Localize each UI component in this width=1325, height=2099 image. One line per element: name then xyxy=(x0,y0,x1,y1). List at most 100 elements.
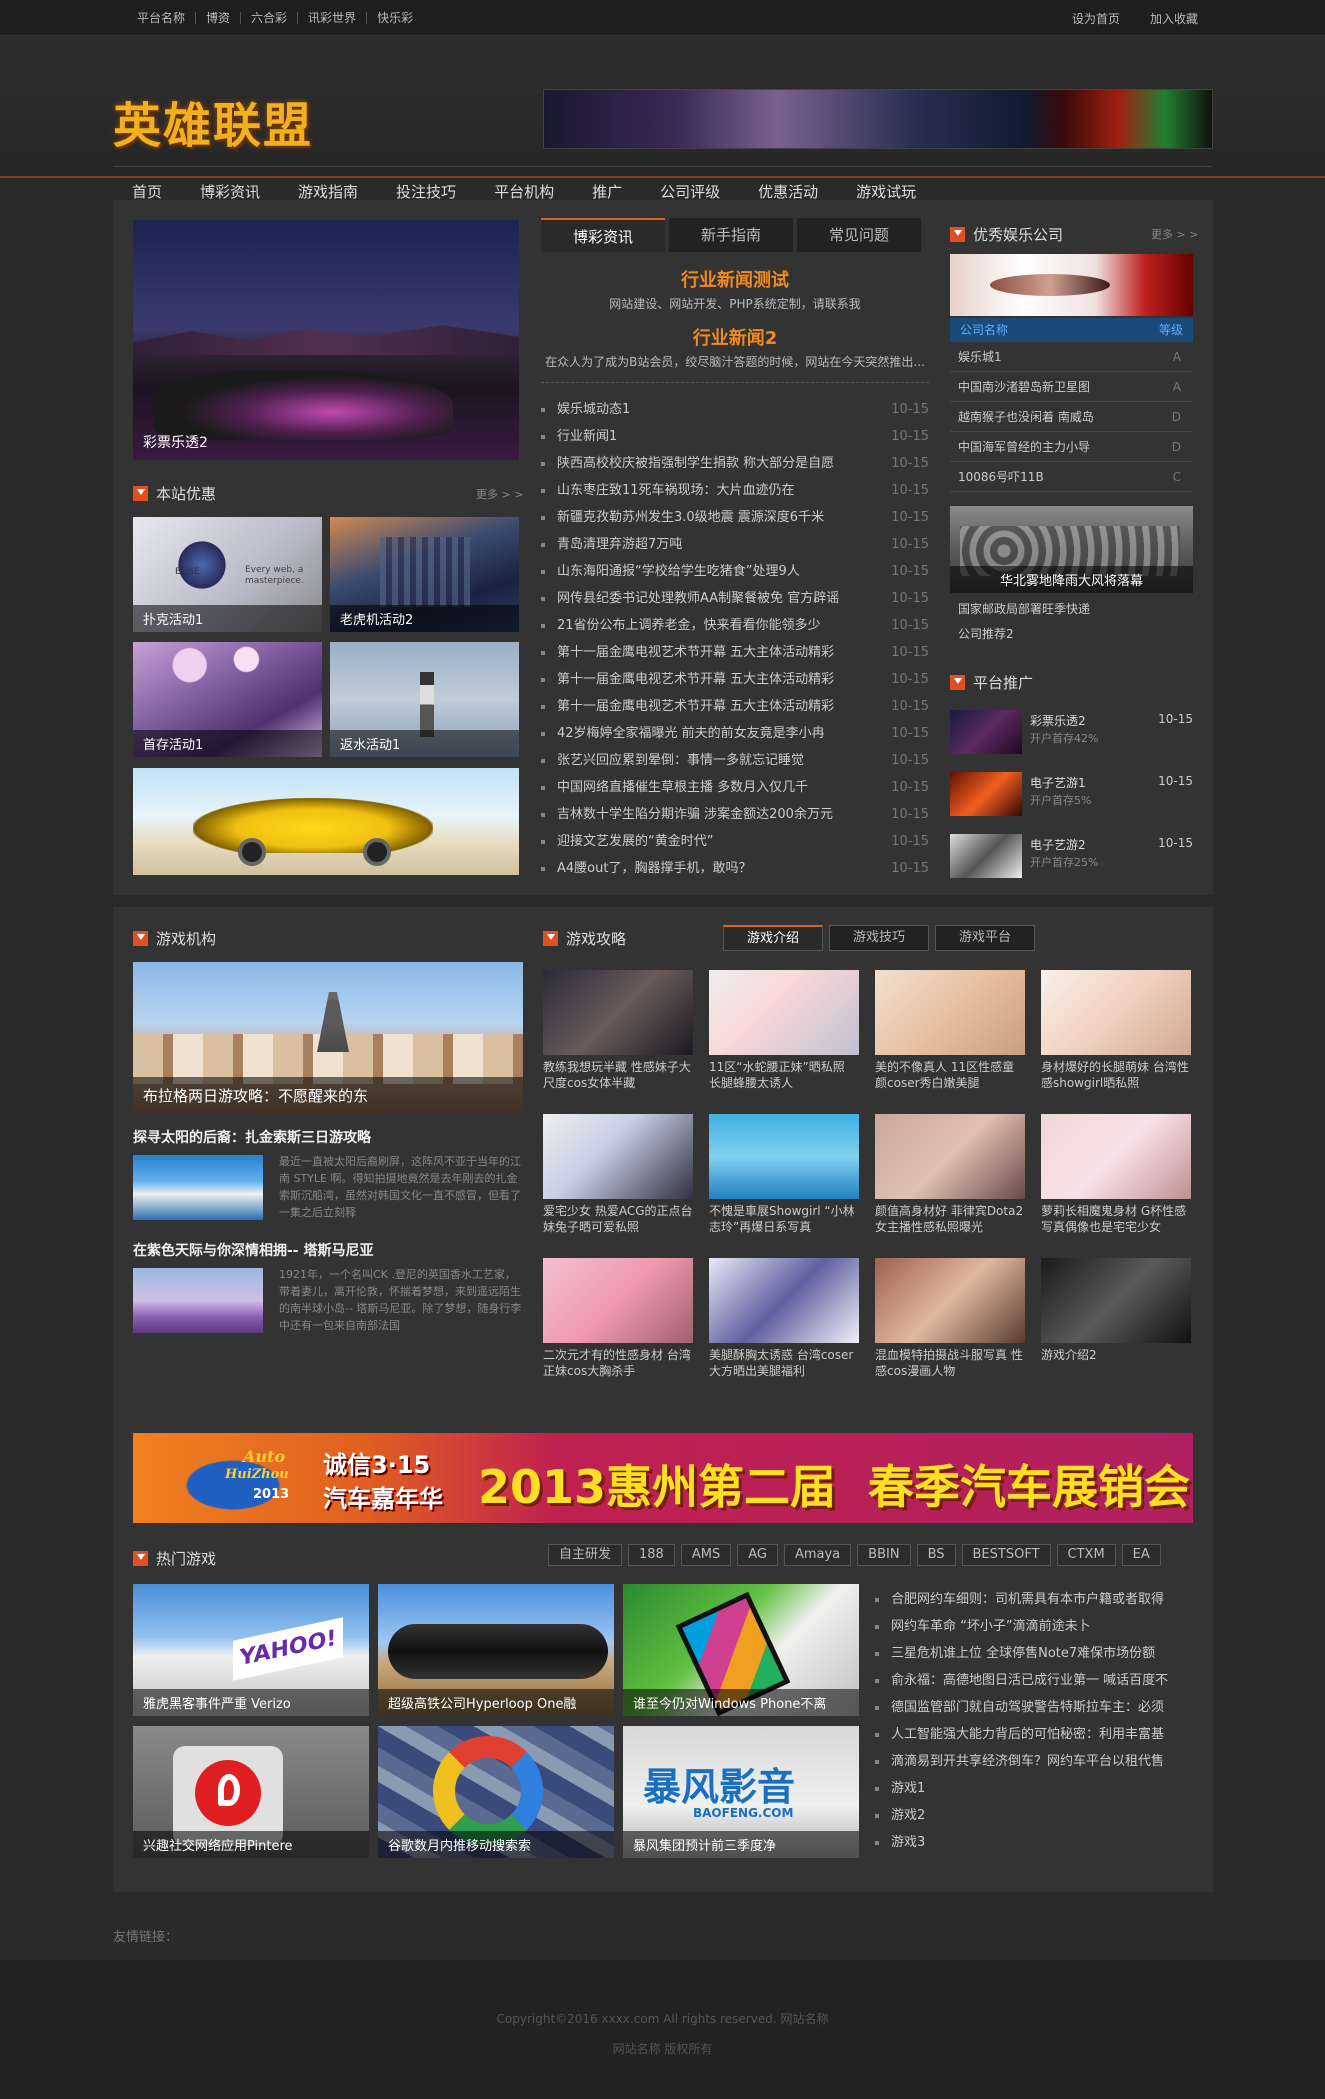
guide-item[interactable]: 不愧是車展Showgirl “小林志玲”再爆日系写真 xyxy=(709,1114,859,1235)
hot-thumb[interactable]: 兴趣社交网络应用Pintere xyxy=(133,1726,369,1858)
hot-thumb[interactable]: 谷歌数月内推移动搜索索 xyxy=(378,1726,614,1858)
guide-item[interactable]: 二次元才有的性感身材 台湾正妹cos大胸杀手 xyxy=(543,1258,693,1379)
hero-image[interactable]: 彩票乐透2 xyxy=(133,220,519,460)
guide-title[interactable]: 教练我想玩半藏 性感妹子大尺度cos女体半藏 xyxy=(543,1059,693,1091)
nav-item-home[interactable]: 首页 xyxy=(113,181,181,202)
tab-news[interactable]: 博彩资讯 xyxy=(541,218,665,252)
guide-thumb[interactable] xyxy=(709,1114,859,1199)
right-link[interactable]: 国家邮政局部署旺季快递 xyxy=(958,600,1090,617)
hot-tag[interactable]: AMS xyxy=(680,1544,732,1566)
corp-name[interactable]: 10086号吓11B xyxy=(958,462,1044,491)
hot-tag[interactable]: BESTSOFT xyxy=(961,1544,1051,1566)
car-banner[interactable] xyxy=(133,768,519,875)
hot-tag[interactable]: CTXM xyxy=(1056,1544,1116,1566)
guide-thumb[interactable] xyxy=(1041,1114,1191,1199)
news-title[interactable]: 行业新闻1 xyxy=(557,429,617,444)
guide-item[interactable]: 爱宅少女 热爱ACG的正点台妹兔子晒可爱私照 xyxy=(543,1114,693,1235)
org-article[interactable]: 探寻太阳的后裔：扎金索斯三日游攻略 最近一直被太阳后裔刷屏，这阵风不亚于当年的江… xyxy=(133,1127,523,1227)
guide-item[interactable]: 教练我想玩半藏 性感妹子大尺度cos女体半藏 xyxy=(543,970,693,1091)
hot-caption[interactable]: 雅虎黑客事件严重 Verizo xyxy=(133,1689,369,1716)
article-title[interactable]: 探寻太阳的后裔：扎金索斯三日游攻略 xyxy=(133,1127,523,1149)
promote-title[interactable]: 彩票乐透2 xyxy=(1030,712,1086,729)
top-link[interactable]: 快乐彩 xyxy=(367,12,423,24)
corp-name[interactable]: 中国南沙渚碧岛新卫星图 xyxy=(958,372,1090,401)
tab-game-platform[interactable]: 游戏平台 xyxy=(935,925,1035,951)
news-title[interactable]: 张艺兴回应累到晕倒：事情一多就忘记睡觉 xyxy=(557,753,804,768)
guide-item[interactable]: 游戏介绍2 xyxy=(1041,1258,1191,1379)
hot-tag[interactable]: Amaya xyxy=(783,1544,852,1566)
hot-caption[interactable]: 谁至今仍对Windows Phone不离 xyxy=(623,1689,859,1716)
promo-card[interactable]: ELISE Every web, a masterpiece. 扑克活动1 xyxy=(133,517,322,632)
guide-item[interactable]: 美腿酥胸太诱惑 台湾coser大方晒出美腿福利 xyxy=(709,1258,859,1379)
tab-game-intro[interactable]: 游戏介绍 xyxy=(723,925,823,951)
news-title[interactable]: 山东枣庄致11死车祸现场：大片血迹仍在 xyxy=(557,483,795,498)
promote-thumb[interactable] xyxy=(950,772,1022,816)
headline-1[interactable]: 行业新闻测试 xyxy=(541,266,929,292)
nav-item-offers[interactable]: 优惠活动 xyxy=(739,181,837,202)
guide-thumb[interactable] xyxy=(543,970,693,1055)
guide-thumb[interactable] xyxy=(875,1258,1025,1343)
hot-tag[interactable]: BBIN xyxy=(857,1544,911,1566)
guide-item[interactable]: 萝莉长相魔鬼身材 G杯性感写真偶像也是宅宅少女 xyxy=(1041,1114,1191,1235)
corp-row[interactable]: 中国海军曾经的主力小导 D xyxy=(950,432,1193,462)
news-title[interactable]: A4腰out了，胸器撑手机，敢吗？ xyxy=(557,861,751,876)
top-link[interactable]: 讯彩世界 xyxy=(298,12,368,24)
hot-news-item[interactable]: 合肥网约车细则：司机需具有本市户籍或者取得 xyxy=(875,1586,1195,1613)
news-item[interactable]: 中国网络直播催生草根主播 多数月入仅几千 10-15 xyxy=(541,774,929,801)
hot-tag[interactable]: 188 xyxy=(628,1544,675,1566)
corp-more-link[interactable]: 更多 > > xyxy=(1151,226,1198,242)
promote-title[interactable]: 电子艺游2 xyxy=(1030,836,1086,853)
add-favorite-link[interactable]: 加入收藏 xyxy=(1150,10,1198,27)
promo-card[interactable]: 老虎机活动2 xyxy=(330,517,519,632)
article-thumb[interactable] xyxy=(133,1155,263,1220)
news-title[interactable]: 新疆克孜勒苏州发生3.0级地震 震源深度6千米 xyxy=(557,510,824,525)
logo[interactable]: 英雄联盟 xyxy=(113,86,313,156)
guide-thumb[interactable] xyxy=(709,970,859,1055)
corp-row[interactable]: 娱乐城1 A xyxy=(950,342,1193,372)
org-hero-caption[interactable]: 布拉格两日游攻略：不愿醒来的东 xyxy=(133,1077,523,1114)
news-title[interactable]: 42岁梅婷全家福曝光 前夫的前女友竟是李小冉 xyxy=(557,726,825,741)
tab-beginner[interactable]: 新手指南 xyxy=(669,218,793,252)
hot-news-item[interactable]: 网约车革命 “坏小子”滴滴前途未卜 xyxy=(875,1613,1195,1640)
guide-thumb[interactable] xyxy=(875,1114,1025,1199)
news-photo-caption[interactable]: 华北雾地降雨大风将落幕 xyxy=(950,566,1193,593)
set-homepage-link[interactable]: 设为首页 xyxy=(1072,10,1120,27)
news-item[interactable]: 新疆克孜勒苏州发生3.0级地震 震源深度6千米 10-15 xyxy=(541,504,929,531)
tab-faq[interactable]: 常见问题 xyxy=(797,218,921,252)
auto-show-banner[interactable]: Auto HuiZhou 2013 诚信3·15 汽车嘉年华 2013惠州第二届… xyxy=(133,1433,1193,1523)
hot-thumb[interactable]: YAHOO! 雅虎黑客事件严重 Verizo xyxy=(133,1584,369,1716)
hot-caption[interactable]: 超级高铁公司Hyperloop One融 xyxy=(378,1689,614,1716)
promote-title[interactable]: 电子艺游1 xyxy=(1030,774,1086,791)
news-title[interactable]: 第十一届金鹰电视艺术节开幕 五大主体活动精彩 xyxy=(557,699,834,714)
promo-caption[interactable]: 老虎机活动2 xyxy=(330,605,519,632)
hot-thumb[interactable]: 暴风影音 BAOFENG.COM 暴风集团预计前三季度净 xyxy=(623,1726,859,1858)
hot-news-item[interactable]: 三星危机谁上位 全球停售Note7难保市场份额 xyxy=(875,1640,1195,1667)
hot-news-item[interactable]: 游戏2 xyxy=(875,1802,1195,1829)
news-item[interactable]: A4腰out了，胸器撑手机，敢吗？ 10-15 xyxy=(541,855,929,882)
news-title[interactable]: 陕西高校校庆被指强制学生捐款 称大部分是自愿 xyxy=(557,456,834,471)
guide-title[interactable]: 游戏介绍2 xyxy=(1041,1347,1191,1379)
hot-thumb[interactable]: 谁至今仍对Windows Phone不离 xyxy=(623,1584,859,1716)
org-hero-image[interactable]: 布拉格两日游攻略：不愿醒来的东 xyxy=(133,962,523,1114)
guide-item[interactable]: 混血模特拍摄战斗服写真 性感cos漫画人物 xyxy=(875,1258,1025,1379)
hot-tag[interactable]: 自主研发 xyxy=(548,1544,623,1566)
hot-tag[interactable]: AG xyxy=(737,1544,778,1566)
hot-news-item[interactable]: 游戏3 xyxy=(875,1829,1195,1856)
guide-title[interactable]: 美腿酥胸太诱惑 台湾coser大方晒出美腿福利 xyxy=(709,1347,859,1379)
news-item[interactable]: 行业新闻1 10-15 xyxy=(541,423,929,450)
hot-tag[interactable]: BS xyxy=(916,1544,956,1566)
corp-row[interactable]: 中国南沙渚碧岛新卫星图 A xyxy=(950,372,1193,402)
promote-item[interactable]: 彩票乐透2 开户首存42% 10-15 xyxy=(950,710,1193,772)
news-item[interactable]: 42岁梅婷全家福曝光 前夫的前女友竟是李小冉 10-15 xyxy=(541,720,929,747)
corp-name[interactable]: 娱乐城1 xyxy=(958,342,1002,371)
news-item[interactable]: 张艺兴回应累到晕倒：事情一多就忘记睡觉 10-15 xyxy=(541,747,929,774)
guide-item[interactable]: 美的不像真人 11区性感童颜coser秀白嫩美腿 xyxy=(875,970,1025,1091)
corp-banner[interactable] xyxy=(950,254,1193,316)
news-title[interactable]: 第十一届金鹰电视艺术节开幕 五大主体活动精彩 xyxy=(557,645,834,660)
promo-caption[interactable]: 首存活动1 xyxy=(133,730,322,757)
news-item[interactable]: 第十一届金鹰电视艺术节开幕 五大主体活动精彩 10-15 xyxy=(541,666,929,693)
promo-card[interactable]: 首存活动1 xyxy=(133,642,322,757)
guide-thumb[interactable] xyxy=(1041,1258,1191,1343)
hero-caption[interactable]: 彩票乐透2 xyxy=(133,424,519,460)
guide-title[interactable]: 身材爆好的长腿萌妹 台湾性感showgirl晒私照 xyxy=(1041,1059,1191,1091)
